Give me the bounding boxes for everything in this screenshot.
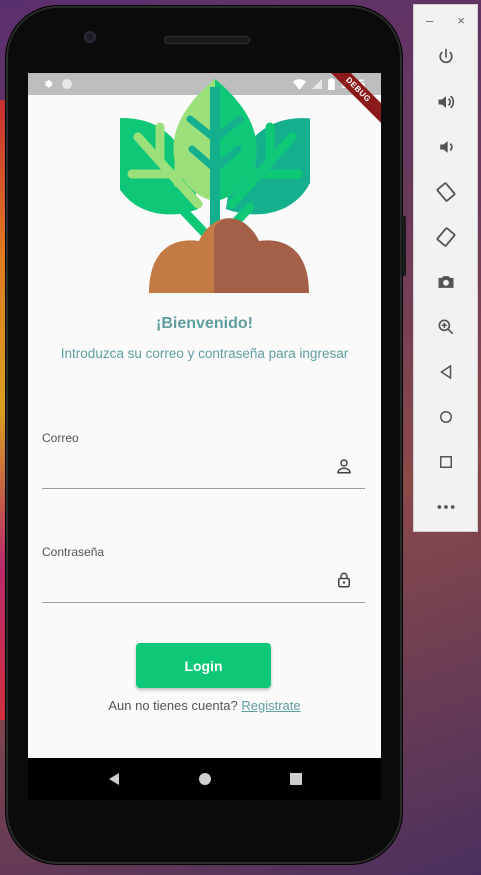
register-prompt: Aun no tienes cuenta?: [108, 698, 238, 713]
overview-icon[interactable]: [434, 450, 458, 474]
more-icon[interactable]: [434, 495, 458, 519]
rotate-left-icon[interactable]: [434, 180, 458, 204]
register-row: Aun no tienes cuenta? Registrate: [28, 698, 381, 713]
phone-side-button: [401, 216, 406, 276]
notification-dot-icon: [62, 79, 72, 89]
close-icon[interactable]: ×: [457, 13, 465, 28]
email-field[interactable]: Correo: [42, 431, 365, 489]
email-underline: [42, 488, 365, 489]
password-input-value[interactable]: [42, 567, 322, 593]
app-screen: 5:05 DEBUG ¡Bienvenido! Introduzca su co…: [28, 73, 381, 758]
back-icon[interactable]: [434, 360, 458, 384]
login-button[interactable]: Login: [136, 643, 271, 688]
battery-icon: [328, 78, 335, 90]
login-subtitle: Introduzca su correo y contraseña para i…: [60, 346, 349, 361]
lock-icon: [338, 572, 350, 588]
nav-back-icon[interactable]: [107, 772, 121, 786]
email-input-value[interactable]: [42, 453, 322, 479]
front-camera: [84, 31, 96, 43]
emulator-toolbar: – ×: [413, 4, 478, 532]
signal-icon: [311, 79, 322, 89]
zoom-icon[interactable]: [434, 315, 458, 339]
welcome-title: ¡Bienvenido!: [156, 315, 253, 332]
volume-up-icon[interactable]: [434, 90, 458, 114]
android-nav-bar: [28, 758, 381, 800]
settings-icon: [44, 80, 53, 88]
camera-icon[interactable]: [434, 270, 458, 294]
password-underline: [42, 602, 365, 603]
nav-home-icon[interactable]: [198, 772, 212, 786]
earpiece-speaker: [164, 36, 250, 44]
rotate-right-icon[interactable]: [434, 225, 458, 249]
password-field[interactable]: Contraseña: [42, 545, 365, 603]
volume-down-icon[interactable]: [434, 135, 458, 159]
home-icon[interactable]: [434, 405, 458, 429]
minimize-icon[interactable]: –: [426, 13, 433, 28]
power-icon[interactable]: [434, 45, 458, 69]
password-label: Contraseña: [42, 545, 105, 559]
person-icon: [337, 459, 351, 474]
plant-logo-icon: [120, 79, 310, 293]
nav-recents-icon[interactable]: [290, 773, 303, 785]
email-label: Correo: [42, 431, 79, 445]
register-link[interactable]: Registrate: [241, 698, 300, 713]
